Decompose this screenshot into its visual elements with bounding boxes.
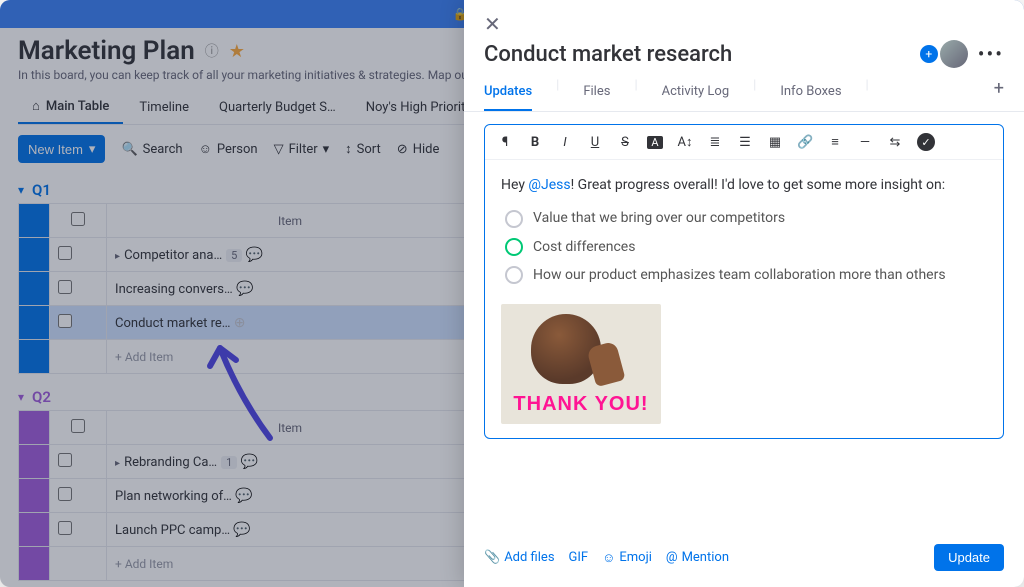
avatar[interactable] [940, 40, 968, 68]
underline-icon[interactable]: U [587, 135, 603, 150]
editor-actions: 📎Add files GIF ☺Emoji @Mention Update [464, 534, 1024, 587]
close-icon[interactable]: ✕ [484, 12, 501, 36]
emoji-button[interactable]: ☺Emoji [602, 550, 652, 566]
circle-icon[interactable] [505, 238, 523, 256]
more-menu-icon[interactable]: ••• [978, 42, 1004, 66]
tab-files[interactable]: Files [583, 78, 610, 111]
paragraph-icon[interactable]: ¶ [497, 135, 513, 150]
panel-title[interactable]: Conduct market research [484, 42, 732, 67]
at-icon: @ [666, 550, 678, 565]
checklist-item[interactable]: Value that we bring over our competitors [505, 204, 987, 232]
link-icon[interactable]: 🔗 [797, 135, 813, 150]
item-panel: ✕ Conduct market research + ••• Updates … [464, 0, 1024, 587]
font-size-icon[interactable]: A↕ [677, 134, 693, 150]
checklist-item[interactable]: How our product emphasizes team collabor… [505, 261, 987, 289]
panel-tabs: Updates | Files | Activity Log | Info Bo… [464, 68, 1024, 112]
numbered-list-icon[interactable]: ☰ [737, 135, 753, 150]
mention-button[interactable]: @Mention [666, 550, 729, 565]
align-icon[interactable]: ≡ [827, 134, 843, 150]
update-button[interactable]: Update [934, 544, 1004, 571]
italic-icon[interactable]: I [557, 135, 573, 150]
add-member-icon[interactable]: + [920, 45, 938, 63]
mention[interactable]: @Jess [528, 177, 570, 193]
attach-icon: 📎 [484, 550, 500, 565]
checklist-icon[interactable]: ✓ [917, 133, 935, 151]
indent-icon[interactable]: ⇆ [887, 135, 903, 150]
add-files-button[interactable]: 📎Add files [484, 550, 555, 565]
gif-caption: THANK YOU! [501, 388, 661, 420]
editor-toolbar: ¶ B I U S A A↕ ≣ ☰ ▦ 🔗 ≡ — ⇆ ✓ [485, 125, 1003, 160]
editor-content[interactable]: Hey @Jess! Great progress overall! I'd l… [485, 160, 1003, 438]
table-icon[interactable]: ▦ [767, 135, 783, 150]
checklist-item[interactable]: Cost differences [505, 233, 987, 261]
bullet-list-icon[interactable]: ≣ [707, 135, 723, 150]
emoji-icon: ☺ [602, 550, 615, 566]
tab-info-boxes[interactable]: Info Boxes [780, 78, 841, 111]
add-tab-button[interactable]: + [994, 78, 1004, 111]
tab-updates[interactable]: Updates [484, 78, 532, 111]
strike-icon[interactable]: S [617, 135, 633, 150]
divider-icon[interactable]: — [857, 135, 873, 150]
circle-icon[interactable] [505, 210, 523, 228]
gif-button[interactable]: GIF [569, 550, 589, 565]
gif-image[interactable]: THANK YOU! [501, 304, 661, 424]
circle-icon[interactable] [505, 266, 523, 284]
text-color-icon[interactable]: A [647, 136, 663, 149]
update-editor: ¶ B I U S A A↕ ≣ ☰ ▦ 🔗 ≡ — ⇆ ✓ [484, 124, 1004, 439]
tab-activity-log[interactable]: Activity Log [662, 78, 730, 111]
bold-icon[interactable]: B [527, 135, 543, 150]
checklist: Value that we bring over our competitors… [505, 204, 987, 289]
